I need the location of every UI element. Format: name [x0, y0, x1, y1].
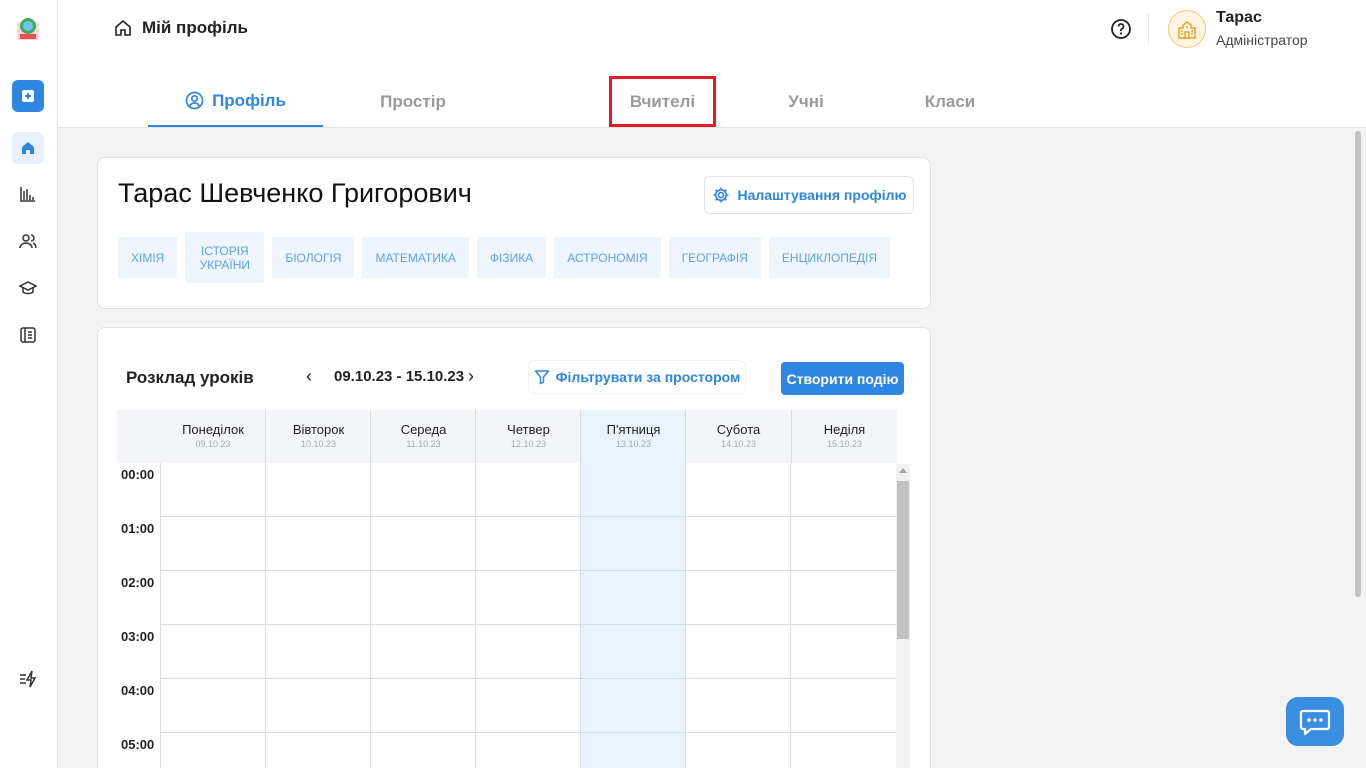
subject-tag: АСТРОНОМІЯ	[554, 237, 661, 278]
tab-classes[interactable]: Класи	[860, 76, 1040, 127]
sidebar-item-users[interactable]	[12, 225, 44, 257]
hour-line	[160, 570, 897, 571]
day-header: Неділя 15.10.23	[791, 410, 897, 463]
page-scrollbar[interactable]	[1355, 131, 1361, 597]
schedule-card: Розклад уроків ‹ 09.10.23 - 15.10.23 › Ф…	[97, 327, 931, 768]
next-week-button[interactable]: ›	[468, 366, 474, 387]
day-column[interactable]	[685, 463, 790, 768]
day-header: Четвер 12.10.23	[475, 410, 581, 463]
user-name: Тарас	[1216, 9, 1262, 26]
sidebar-add-button[interactable]	[12, 80, 44, 112]
journal-icon	[20, 327, 36, 343]
flash-list-icon	[20, 670, 37, 688]
day-column[interactable]	[370, 463, 475, 768]
chevron-left-icon: ‹	[306, 366, 312, 386]
gear-icon	[713, 187, 729, 203]
sidebar-item-stats[interactable]	[12, 178, 44, 210]
schedule-title: Розклад уроків	[126, 368, 254, 387]
subject-tag: БІОЛОГІЯ	[272, 237, 355, 278]
filter-by-space-button[interactable]: Фільтрувати за простором	[528, 360, 746, 394]
chevron-right-icon: ›	[468, 366, 474, 386]
tab-space[interactable]: Простір	[323, 76, 503, 127]
user-circle-icon	[185, 91, 204, 110]
day-column-today[interactable]	[580, 463, 685, 768]
hour-line	[160, 516, 897, 517]
time-label: 01:00	[121, 521, 155, 536]
sidebar-item-journal[interactable]	[12, 319, 44, 351]
avatar[interactable]	[1168, 10, 1206, 48]
breadcrumb: Мій профіль	[114, 18, 248, 38]
users-icon	[19, 234, 37, 249]
time-label: 02:00	[121, 575, 155, 590]
schedule-scrollbar[interactable]	[896, 464, 910, 768]
help-button[interactable]	[1110, 18, 1132, 40]
help-icon	[1111, 19, 1131, 39]
day-column[interactable]	[790, 463, 897, 768]
school-icon	[1178, 21, 1196, 39]
home-icon	[22, 142, 34, 154]
chat-button[interactable]	[1286, 697, 1344, 746]
app-logo[interactable]	[14, 14, 42, 42]
subject-tag: ХІМІЯ	[118, 237, 178, 278]
subject-tags: ХІМІЯ ІСТОРІЯ УКРАЇНИ БІОЛОГІЯ МАТЕМАТИК…	[118, 232, 891, 283]
sidebar-item-home[interactable]	[12, 132, 44, 164]
time-label: 05:00	[121, 737, 155, 752]
teachers-tab-highlight	[609, 76, 716, 127]
sidebar-item-education[interactable]	[12, 272, 44, 304]
page-title: Мій профіль	[142, 18, 248, 37]
header-divider	[1148, 14, 1149, 44]
filter-icon	[534, 370, 549, 385]
day-header-today: П'ятниця 13.10.23	[580, 410, 686, 463]
subject-tag: МАТЕМАТИКА	[362, 237, 469, 278]
profile-card: Тарас Шевченко Григорович Налаштування п…	[97, 157, 931, 309]
subject-tag: ФІЗИКА	[476, 237, 547, 278]
day-column[interactable]	[160, 463, 265, 768]
time-label: 03:00	[121, 629, 155, 644]
schedule-days-header: Понеділок 09.10.23 Вівторок 10.10.23 Серед…	[117, 410, 897, 463]
hour-line	[160, 624, 897, 625]
scrollbar-thumb[interactable]	[897, 481, 909, 639]
home-icon[interactable]	[114, 19, 132, 37]
graduation-cap-icon	[19, 281, 37, 295]
hour-line	[160, 678, 897, 679]
subject-tag: ІСТОРІЯ УКРАЇНИ	[185, 232, 265, 283]
date-range: 09.10.23 - 15.10.23	[334, 368, 465, 385]
stats-icon	[20, 187, 35, 202]
create-event-button[interactable]: Створити подію	[781, 362, 904, 395]
profile-settings-button[interactable]: Налаштування профілю	[704, 176, 914, 214]
time-label: 04:00	[121, 683, 155, 698]
prev-week-button[interactable]: ‹	[306, 366, 312, 387]
day-header: Середа 11.10.23	[370, 410, 476, 463]
day-column[interactable]	[475, 463, 580, 768]
time-label: 00:00	[121, 467, 155, 482]
day-header: Понеділок 09.10.23	[182, 422, 244, 449]
sidebar	[0, 0, 58, 768]
subject-tag: ЕНЦИКЛОПЕДІЯ	[768, 237, 891, 278]
add-icon	[22, 90, 34, 102]
day-header: Субота 14.10.23	[685, 410, 791, 463]
profile-full-name: Тарас Шевченко Григорович	[118, 178, 472, 208]
tab-profile[interactable]: Профіль	[148, 76, 323, 127]
chat-icon	[1299, 709, 1331, 735]
hour-line	[160, 732, 897, 733]
schedule-grid[interactable]: 00:00 01:00 02:00 03:00 04:00 05:00	[117, 463, 897, 768]
top-header: Мій профіль Тарас Адміністратор Профіль …	[58, 0, 1366, 128]
day-header: Вівторок 10.10.23	[265, 410, 371, 463]
sidebar-item-quick-actions[interactable]	[12, 663, 44, 695]
day-column[interactable]	[265, 463, 370, 768]
scroll-up-icon[interactable]	[899, 468, 907, 473]
user-role: Адміністратор	[1216, 32, 1308, 48]
subject-tag: ГЕОГРАФІЯ	[668, 237, 761, 278]
